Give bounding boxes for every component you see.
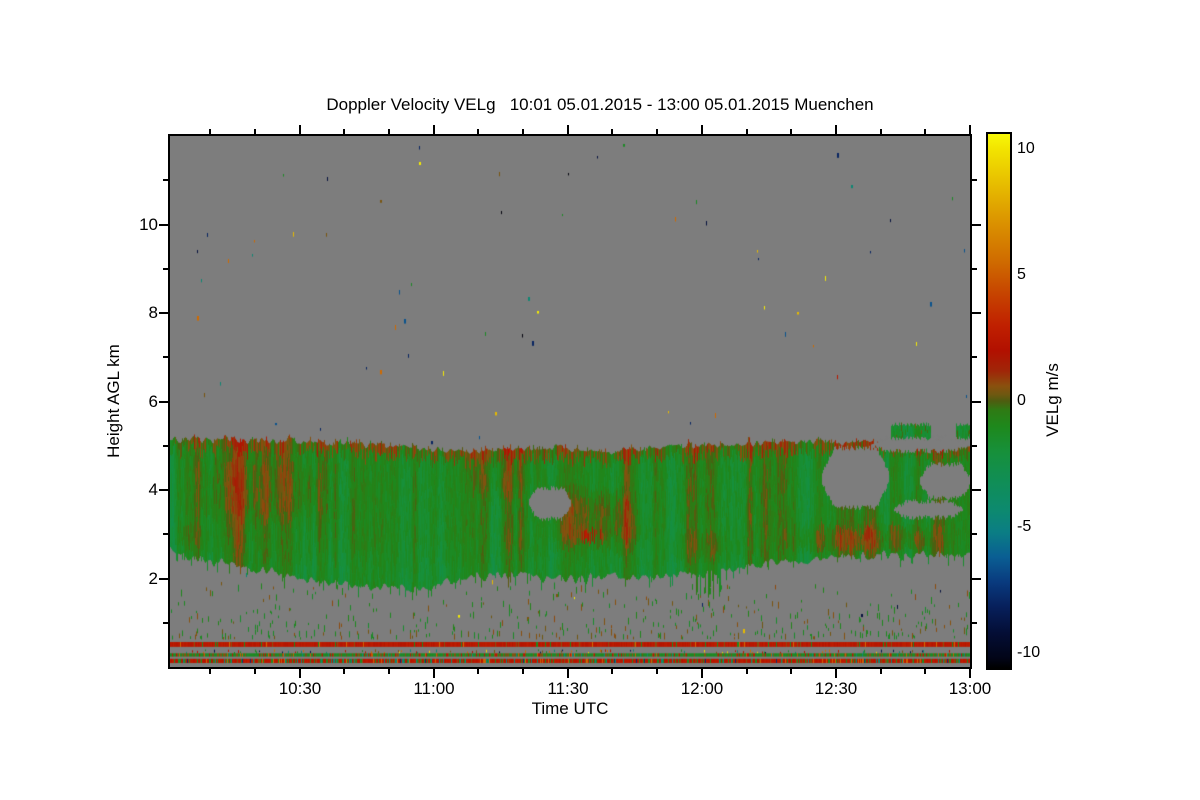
- x-tick-label: 13:00: [948, 679, 992, 698]
- doppler-velocity-figure: Doppler Velocity VELg 10:01 05.01.2015 -…: [0, 0, 1200, 800]
- x-axis-tick: [969, 669, 971, 678]
- y-axis-tick: [972, 622, 977, 624]
- x-tick-label: 11:30: [547, 679, 589, 698]
- y-axis-tick: [972, 445, 977, 447]
- x-tick-label: 11:00: [413, 679, 455, 698]
- x-axis-tick: [567, 125, 569, 134]
- y-axis-tick: [159, 224, 168, 226]
- colorbar: [986, 132, 1012, 670]
- y-axis-tick: [972, 533, 977, 535]
- y-axis-tick: [972, 312, 981, 314]
- colorbar-tick-label: 10: [1017, 140, 1035, 157]
- x-axis-tick: [924, 669, 926, 674]
- x-axis-tick: [656, 669, 658, 674]
- colorbar-tick-label: -5: [1017, 518, 1032, 535]
- x-axis-tick: [790, 669, 792, 674]
- x-axis-tick: [611, 669, 613, 674]
- x-axis-tick: [701, 669, 703, 678]
- y-axis-tick: [159, 401, 168, 403]
- chart-title: Doppler Velocity VELg 10:01 05.01.2015 -…: [326, 95, 874, 114]
- y-tick-label: 8: [148, 303, 158, 322]
- y-axis-tick: [159, 312, 168, 314]
- y-tick-label: 10: [139, 215, 158, 234]
- plot-area: [168, 134, 972, 669]
- x-axis-tick: [567, 669, 569, 678]
- x-axis-tick: [880, 669, 882, 674]
- x-tick-label: 12:00: [680, 679, 724, 698]
- y-axis-tick: [972, 268, 977, 270]
- x-tick-label: 10:30: [278, 679, 322, 698]
- y-axis-tick: [972, 578, 981, 580]
- y-axis-title: Height AGL km: [104, 344, 123, 458]
- x-axis-title: Time UTC: [531, 699, 609, 718]
- x-axis-tick: [343, 669, 345, 674]
- y-axis-tick: [159, 578, 168, 580]
- y-axis-tick: [972, 356, 977, 358]
- y-axis-tick: [972, 179, 977, 181]
- y-axis-tick: [972, 401, 981, 403]
- y-tick-label: 4: [148, 480, 158, 499]
- y-axis-tick: [972, 224, 981, 226]
- colorbar-tick-label: 5: [1017, 266, 1026, 283]
- y-axis-tick: [159, 489, 168, 491]
- x-axis-tick: [299, 125, 301, 134]
- x-axis-tick: [254, 669, 256, 674]
- x-tick-label: 12:30: [814, 679, 858, 698]
- colorbar-tick-label: 0: [1017, 392, 1026, 409]
- x-axis-tick: [433, 669, 435, 678]
- x-axis-tick: [746, 669, 748, 674]
- x-axis-tick: [433, 125, 435, 134]
- x-axis-tick: [835, 669, 837, 678]
- x-axis-tick: [835, 125, 837, 134]
- x-axis-tick: [388, 669, 390, 674]
- x-axis-tick: [299, 669, 301, 678]
- y-tick-label: 2: [148, 569, 158, 588]
- x-axis-tick: [209, 669, 211, 674]
- x-axis-tick: [477, 669, 479, 674]
- colorbar-tick-label: -10: [1017, 644, 1041, 661]
- heatmap-canvas: [170, 136, 970, 667]
- y-axis-tick: [972, 489, 981, 491]
- x-axis-tick: [969, 125, 971, 134]
- x-axis-tick: [522, 669, 524, 674]
- x-axis-tick: [701, 125, 703, 134]
- colorbar-title: VELg m/s: [1043, 363, 1062, 437]
